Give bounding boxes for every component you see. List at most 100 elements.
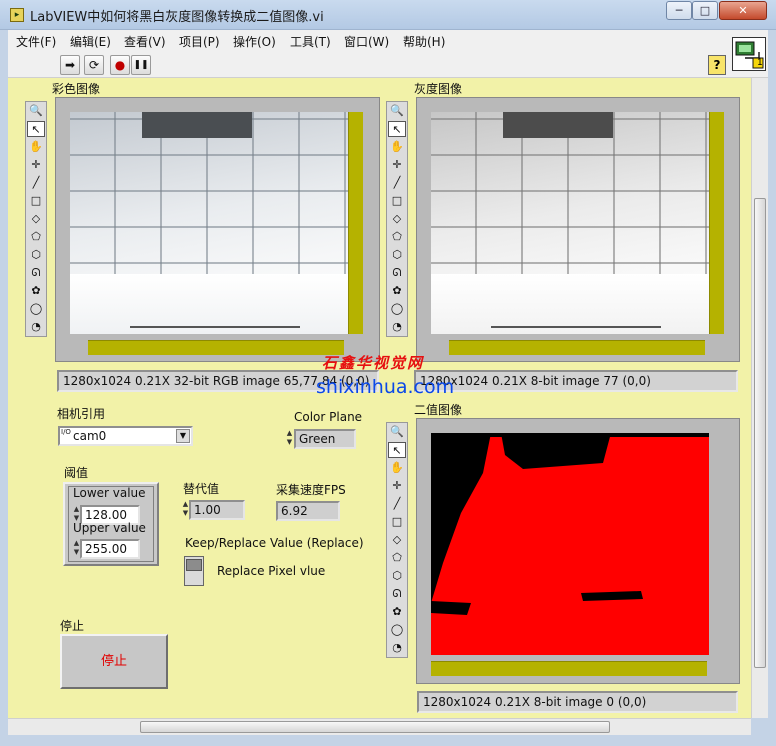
stop-label: 停止 bbox=[60, 619, 85, 633]
palette-tool-4-icon[interactable]: ╱ bbox=[388, 496, 406, 512]
palette-tool-10-icon[interactable]: ✿ bbox=[27, 283, 45, 299]
binary-image-vertical-scrollbar[interactable] bbox=[709, 433, 724, 655]
watermark-url: shixinhua.com bbox=[316, 376, 455, 398]
binary-image-canvas[interactable] bbox=[431, 433, 709, 655]
context-help-button[interactable]: ? bbox=[708, 55, 726, 75]
palette-tool-1-icon[interactable]: ↖ bbox=[27, 121, 45, 137]
vertical-scrollbar-thumb[interactable] bbox=[754, 198, 766, 668]
palette-tool-9-icon[interactable]: ᘏ bbox=[27, 265, 45, 281]
gray-image-canvas[interactable] bbox=[431, 112, 709, 334]
keep-replace-label: Keep/Replace Value (Replace) bbox=[185, 536, 364, 550]
palette-tool-2-icon[interactable]: ✋ bbox=[388, 460, 406, 476]
palette-tool-5-icon[interactable]: □ bbox=[27, 193, 45, 209]
menu-project[interactable]: 项目(P) bbox=[179, 33, 220, 50]
minimize-button[interactable]: ─ bbox=[666, 1, 692, 20]
close-button[interactable]: ✕ bbox=[719, 1, 767, 20]
maximize-button[interactable]: □ bbox=[692, 1, 718, 20]
keep-replace-switch[interactable] bbox=[184, 556, 204, 586]
gray-image-vertical-scrollbar[interactable] bbox=[709, 112, 724, 334]
keep-replace-switch-text: Replace Pixel vlue bbox=[217, 564, 326, 578]
palette-tool-11-icon[interactable]: ◯ bbox=[388, 622, 406, 638]
palette-tool-9-icon[interactable]: ᘏ bbox=[388, 265, 406, 281]
palette-tool-0-icon[interactable]: 🔍 bbox=[27, 103, 45, 119]
menu-help[interactable]: 帮助(H) bbox=[403, 33, 445, 50]
ceiling-vent-gray bbox=[503, 112, 613, 138]
gray-image-horizontal-scrollbar[interactable] bbox=[449, 340, 705, 355]
menu-edit[interactable]: 编辑(E) bbox=[70, 33, 111, 50]
palette-tool-8-icon[interactable]: ⬡ bbox=[388, 247, 406, 263]
palette-tool-6-icon[interactable]: ◇ bbox=[388, 532, 406, 548]
fps-indicator: 6.92 bbox=[276, 501, 340, 521]
threshold-label: 阈值 bbox=[64, 466, 89, 480]
palette-tool-1-icon[interactable]: ↖ bbox=[388, 121, 406, 137]
window-title: LabVIEW中如何将黑白灰度图像转换成二值图像.vi bbox=[30, 10, 324, 25]
color-image-horizontal-scrollbar[interactable] bbox=[88, 340, 344, 355]
abort-button[interactable]: ● bbox=[110, 55, 130, 75]
camera-dropdown-icon[interactable]: ▼ bbox=[176, 429, 190, 443]
color-plane-label: Color Plane bbox=[294, 410, 363, 424]
upper-value-label: Upper value bbox=[73, 521, 146, 535]
palette-tool-2-icon[interactable]: ✋ bbox=[27, 139, 45, 155]
palette-tool-7-icon[interactable]: ⬠ bbox=[388, 550, 406, 566]
menu-file[interactable]: 文件(F) bbox=[16, 33, 56, 50]
run-continuously-button[interactable]: ⟳ bbox=[84, 55, 104, 75]
palette-tool-5-icon[interactable]: □ bbox=[388, 193, 406, 209]
color-image-canvas[interactable] bbox=[70, 112, 348, 334]
horizontal-scrollbar-thumb[interactable] bbox=[140, 721, 610, 733]
palette-tool-12-icon[interactable]: ◔ bbox=[388, 319, 406, 335]
palette-tool-10-icon[interactable]: ✿ bbox=[388, 604, 406, 620]
palette-tool-2-icon[interactable]: ✋ bbox=[388, 139, 406, 155]
labview-vi-icon[interactable]: ▸ bbox=[10, 8, 24, 22]
binary-image-display[interactable] bbox=[416, 418, 740, 684]
ceiling-vent bbox=[142, 112, 252, 138]
color-plane-value[interactable]: Green bbox=[294, 429, 356, 449]
vertical-scrollbar[interactable] bbox=[751, 78, 768, 718]
palette-tool-11-icon[interactable]: ◯ bbox=[27, 301, 45, 317]
camera-label: 相机引用 bbox=[57, 407, 106, 421]
palette-tool-10-icon[interactable]: ✿ bbox=[388, 283, 406, 299]
palette-tool-3-icon[interactable]: ✛ bbox=[27, 157, 45, 173]
stop-button[interactable]: 停止 bbox=[60, 634, 168, 689]
palette-tool-3-icon[interactable]: ✛ bbox=[388, 478, 406, 494]
run-button[interactable]: ➡ bbox=[60, 55, 80, 75]
palette-tool-12-icon[interactable]: ◔ bbox=[388, 640, 406, 656]
palette-tool-11-icon[interactable]: ◯ bbox=[388, 301, 406, 317]
palette-tool-6-icon[interactable]: ◇ bbox=[27, 211, 45, 227]
palette-tool-8-icon[interactable]: ⬡ bbox=[388, 568, 406, 584]
horizontal-scrollbar[interactable] bbox=[8, 718, 751, 735]
menu-operate[interactable]: 操作(O) bbox=[233, 33, 276, 50]
palette-tool-6-icon[interactable]: ◇ bbox=[388, 211, 406, 227]
palette-tool-3-icon[interactable]: ✛ bbox=[388, 157, 406, 173]
palette-tool-5-icon[interactable]: □ bbox=[388, 514, 406, 530]
upper-value-field[interactable]: 255.00 bbox=[80, 539, 140, 559]
palette-tool-0-icon[interactable]: 🔍 bbox=[388, 424, 406, 440]
run-arrow-icon: ➡ bbox=[64, 58, 76, 72]
pause-button[interactable]: ❚❚ bbox=[131, 55, 151, 75]
replace-value-field[interactable]: 1.00 bbox=[189, 500, 245, 520]
menu-view[interactable]: 查看(V) bbox=[124, 33, 166, 50]
palette-tool-4-icon[interactable]: ╱ bbox=[388, 175, 406, 191]
run-continuously-icon: ⟳ bbox=[88, 58, 100, 72]
color-image-display[interactable] bbox=[55, 97, 380, 362]
gray-image-tool-palette: 🔍 ↖ ✋ ✛ ╱ □ ◇ ⬠ ⬡ ᘏ ✿ ◯ ◔ bbox=[386, 101, 408, 337]
window-bottom-frame bbox=[0, 735, 776, 746]
ceiling-lower-area-gray bbox=[431, 274, 709, 334]
palette-tool-7-icon[interactable]: ⬠ bbox=[388, 229, 406, 245]
menu-window[interactable]: 窗口(W) bbox=[344, 33, 389, 50]
binary-image-horizontal-scrollbar[interactable] bbox=[431, 661, 707, 676]
palette-tool-12-icon[interactable]: ◔ bbox=[27, 319, 45, 335]
color-image-vertical-scrollbar[interactable] bbox=[348, 112, 363, 334]
gray-image-display[interactable] bbox=[416, 97, 740, 362]
color-plane-spinner[interactable]: ▲ ▼ bbox=[285, 429, 294, 449]
vi-icon-number: 1 bbox=[757, 58, 763, 68]
palette-tool-7-icon[interactable]: ⬠ bbox=[27, 229, 45, 245]
palette-tool-8-icon[interactable]: ⬡ bbox=[27, 247, 45, 263]
gray-image-info: 1280x1024 0.21X 8-bit image 77 (0,0) bbox=[414, 370, 738, 392]
menu-tools[interactable]: 工具(T) bbox=[290, 33, 331, 50]
palette-tool-4-icon[interactable]: ╱ bbox=[27, 175, 45, 191]
camera-selector[interactable]: I/O cam0 ▼ bbox=[58, 426, 193, 446]
ceiling-edge-line-gray bbox=[491, 326, 661, 328]
palette-tool-0-icon[interactable]: 🔍 bbox=[388, 103, 406, 119]
palette-tool-9-icon[interactable]: ᘏ bbox=[388, 586, 406, 602]
palette-tool-1-icon[interactable]: ↖ bbox=[388, 442, 406, 458]
